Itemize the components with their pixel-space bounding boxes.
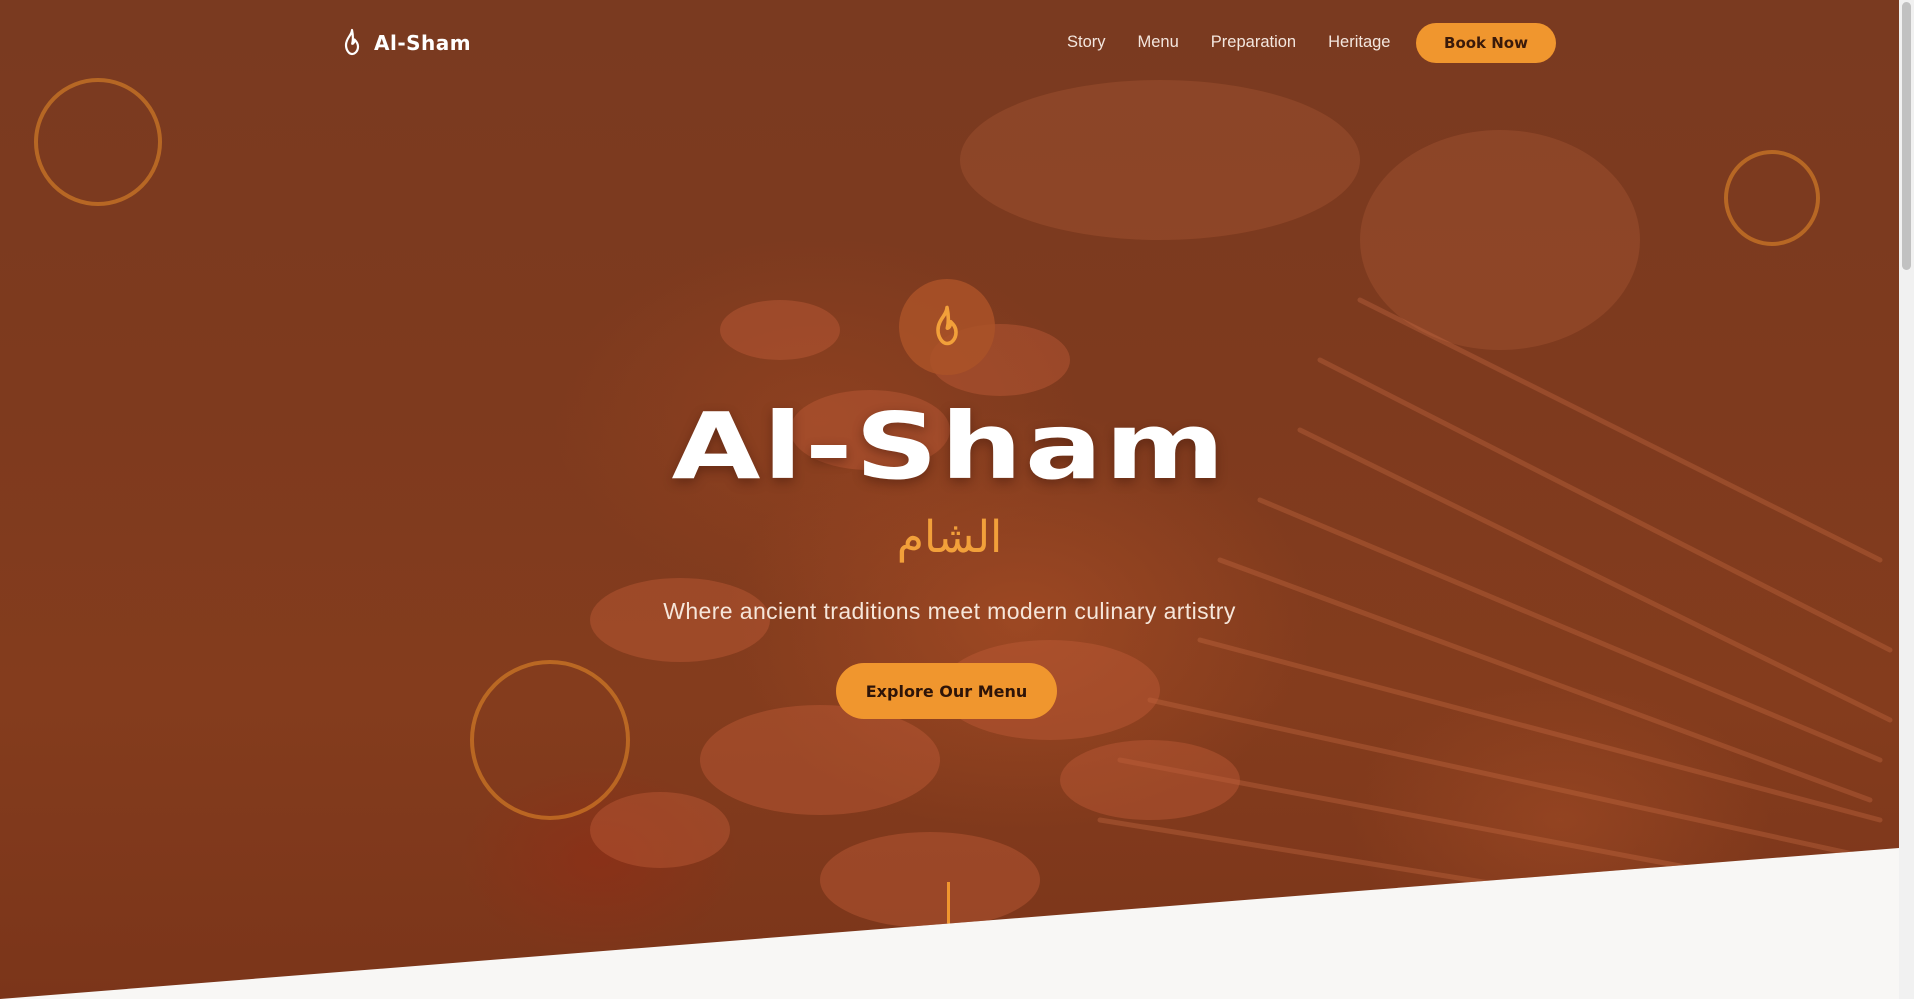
page: Al-Sham الشام Where ancient traditions m… — [0, 0, 1899, 999]
decorative-ring — [1724, 150, 1820, 246]
nav-links: Story Menu Preparation Heritage — [1067, 31, 1390, 53]
brand-logo[interactable]: Al-Sham — [340, 26, 471, 60]
scrollbar[interactable] — [1899, 0, 1914, 999]
brand-name: Al-Sham — [374, 31, 472, 55]
book-now-button[interactable]: Book Now — [1416, 23, 1556, 63]
decorative-ring — [470, 660, 630, 820]
flame-badge — [899, 279, 995, 375]
nav-link-heritage[interactable]: Heritage — [1328, 31, 1390, 53]
flame-icon — [936, 305, 958, 346]
nav-link-menu[interactable]: Menu — [1138, 31, 1179, 53]
flame-icon — [340, 28, 364, 58]
scroll-indicator[interactable] — [947, 882, 950, 928]
nav-link-story[interactable]: Story — [1067, 31, 1106, 53]
hero-arabic-title: الشام — [896, 512, 1003, 563]
hero-title: Al-Sham — [671, 393, 1228, 500]
hero-section: Al-Sham الشام Where ancient traditions m… — [0, 0, 1899, 999]
scrollbar-thumb[interactable] — [1902, 2, 1911, 270]
decorative-ring — [34, 78, 162, 206]
nav-link-preparation[interactable]: Preparation — [1211, 31, 1296, 53]
top-navigation: Al-Sham Story Menu Preparation Heritage … — [0, 0, 1899, 86]
explore-menu-button[interactable]: Explore Our Menu — [836, 663, 1057, 719]
hero-tagline: Where ancient traditions meet modern cul… — [663, 598, 1236, 624]
